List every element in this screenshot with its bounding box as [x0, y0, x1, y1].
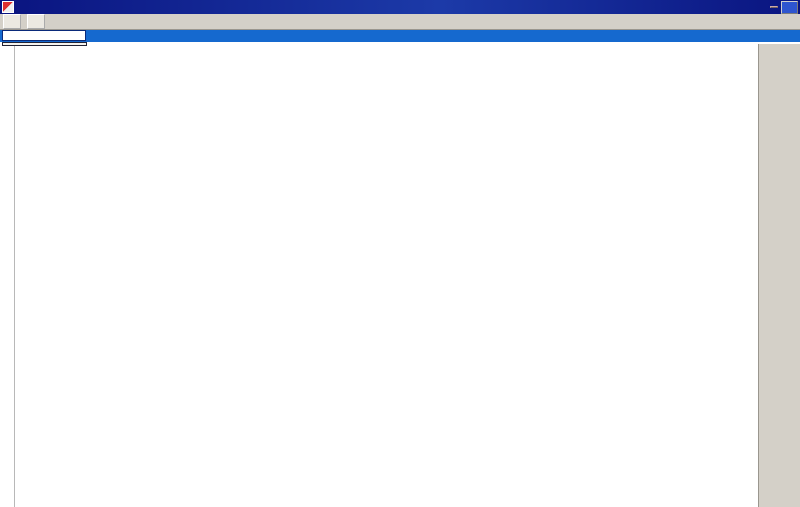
price-axis[interactable] [758, 44, 800, 507]
title-bar [0, 0, 800, 14]
link-badge[interactable] [770, 6, 778, 8]
chart-canvas[interactable] [0, 0, 800, 507]
toolbar [0, 14, 800, 30]
chart-style-dropdown[interactable] [3, 14, 21, 29]
close-button[interactable] [781, 0, 798, 14]
instrument-bar [0, 30, 800, 42]
instrument-code[interactable] [2, 30, 86, 41]
app-icon [2, 1, 14, 13]
left-edge-divider [14, 44, 15, 507]
info-panel[interactable] [2, 42, 87, 46]
interval-dropdown[interactable] [27, 14, 45, 29]
